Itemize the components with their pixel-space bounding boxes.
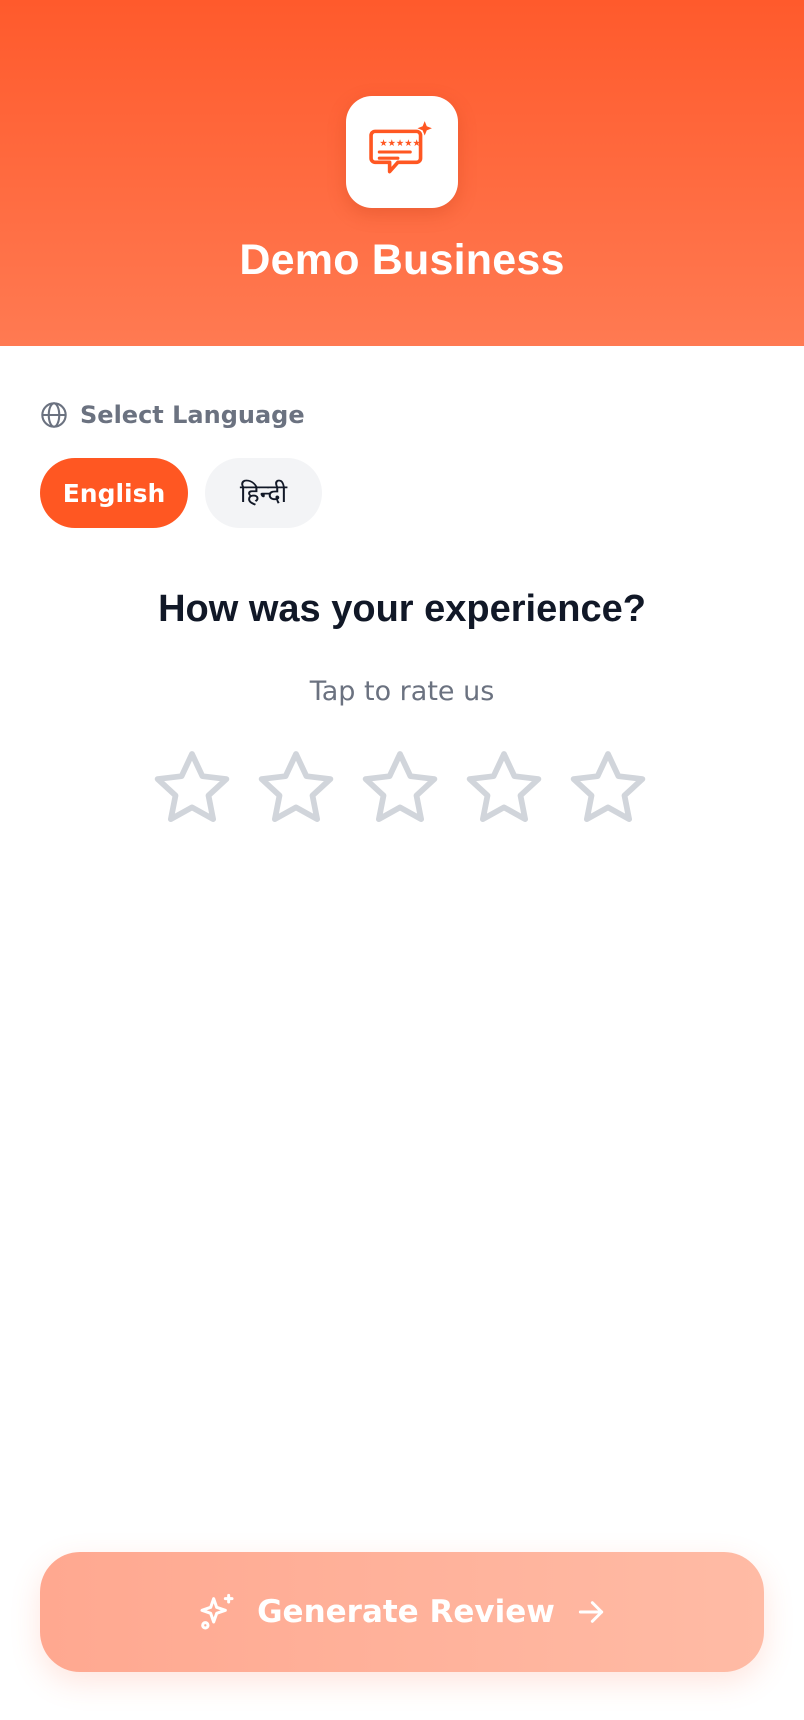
star-5-button[interactable] xyxy=(564,744,652,832)
rating-question: How was your experience? xyxy=(158,588,646,630)
star-3-button[interactable] xyxy=(356,744,444,832)
star-2-button[interactable] xyxy=(252,744,340,832)
star-4-button[interactable] xyxy=(460,744,548,832)
language-section-label: Select Language xyxy=(40,398,305,432)
language-selector: English हिन्दी xyxy=(40,458,322,528)
language-option-english[interactable]: English xyxy=(40,458,188,528)
language-option-hindi[interactable]: हिन्दी xyxy=(205,458,322,528)
business-logo: ★★★★★ xyxy=(346,96,458,208)
star-icon xyxy=(362,751,438,823)
rating-subtitle: Tap to rate us xyxy=(309,676,495,707)
globe-icon xyxy=(41,402,67,428)
sparkles-icon xyxy=(197,1592,237,1632)
generate-review-label: Generate Review xyxy=(257,1594,555,1630)
star-1-button[interactable] xyxy=(148,744,236,832)
language-label: Select Language xyxy=(80,401,305,429)
star-icon xyxy=(570,751,646,823)
star-icon xyxy=(466,751,542,823)
generate-review-button[interactable]: Generate Review xyxy=(40,1552,764,1672)
svg-text:★★★★★: ★★★★★ xyxy=(379,138,421,149)
header-banner: ★★★★★ Demo Business xyxy=(0,0,804,346)
arrow-right-icon xyxy=(575,1596,607,1628)
review-chat-icon: ★★★★★ xyxy=(369,121,432,174)
star-rating xyxy=(148,744,652,832)
star-icon xyxy=(258,751,334,823)
star-icon xyxy=(154,751,230,823)
business-name: Demo Business xyxy=(239,236,565,284)
